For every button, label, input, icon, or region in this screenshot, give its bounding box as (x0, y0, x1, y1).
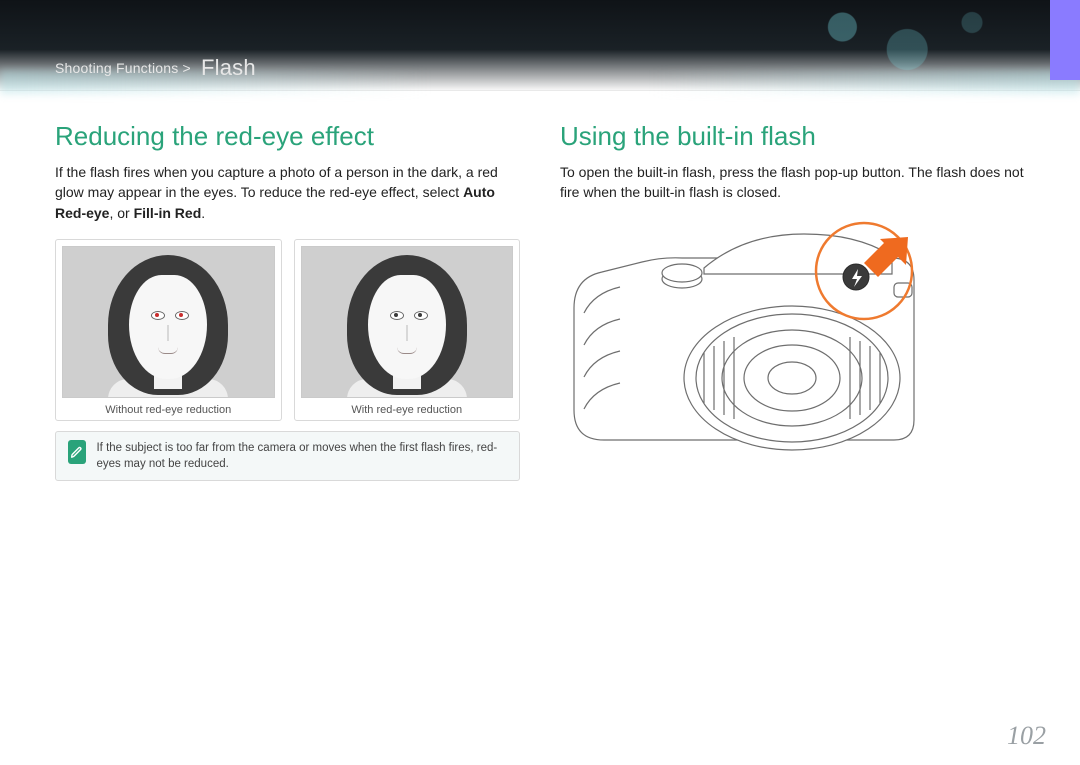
side-tab (1050, 0, 1080, 80)
caption-with: With red-eye reduction (301, 404, 514, 416)
note-box: If the subject is too far from the camer… (55, 431, 520, 481)
caption-without: Without red-eye reduction (62, 404, 275, 416)
portrait-redeye (63, 247, 274, 397)
pen-icon (68, 440, 86, 464)
section-heading-redeye: Reducing the red-eye effect (55, 121, 520, 152)
right-column: Using the built-in flash To open the bui… (560, 121, 1025, 481)
section-heading-builtin: Using the built-in flash (560, 121, 1025, 152)
flash-button-icon (843, 264, 869, 290)
section-body-builtin: To open the built-in flash, press the fl… (560, 162, 1025, 203)
page-header: Shooting Functions > Flash (0, 0, 1080, 91)
breadcrumb-prefix: Shooting Functions > (55, 60, 191, 76)
page-number: 102 (1007, 721, 1046, 751)
camera-illustration (560, 219, 1025, 479)
example-images: Without red-eye reduction With red-eye r… (55, 239, 520, 421)
left-column: Reducing the red-eye effect If the flash… (55, 121, 520, 481)
example-without: Without red-eye reduction (55, 239, 282, 421)
section-body-redeye: If the flash fires when you capture a ph… (55, 162, 520, 223)
breadcrumb-current: Flash (201, 55, 256, 80)
example-with: With red-eye reduction (294, 239, 521, 421)
breadcrumb: Shooting Functions > Flash (55, 55, 256, 81)
note-text: If the subject is too far from the camer… (96, 440, 507, 472)
portrait-normal (302, 247, 513, 397)
